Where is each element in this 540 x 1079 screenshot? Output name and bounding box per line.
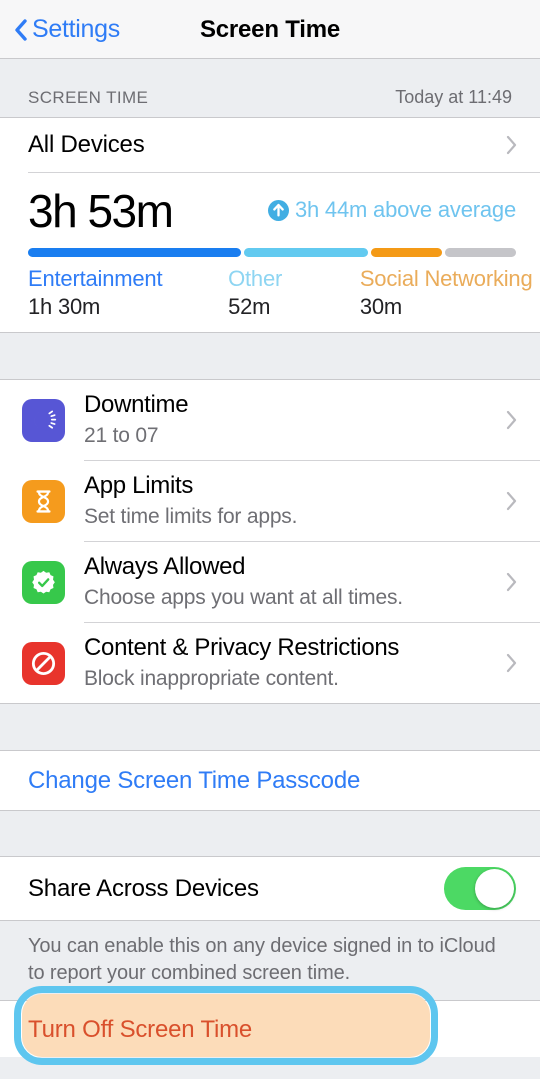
feature-row-always-allowed[interactable]: Always Allowed Choose apps you want at al… (0, 542, 540, 623)
feature-row-subtitle: Choose apps you want at all times. (84, 585, 403, 609)
feature-row-downtime[interactable]: Downtime 21 to 07 (0, 380, 540, 461)
turn-off-screen-time-row[interactable]: Turn Off Screen Time (0, 986, 540, 1066)
chart-legend-label: Entertainment (28, 266, 163, 292)
share-across-devices-row: Share Across Devices (0, 857, 540, 921)
feature-row-title: Downtime (84, 391, 189, 419)
section-gap (0, 704, 540, 751)
no-entry-icon (22, 641, 65, 685)
stacked-usage-bar (28, 248, 517, 258)
chart-legend-label: Social Networking (359, 266, 533, 292)
feature-row-texts: Downtime 21 to 07 (84, 391, 189, 449)
screen-time-chart[interactable]: 3h 53m 3h 44m above average Entertainmen… (0, 173, 540, 333)
change-passcode-row[interactable]: Change Screen Time Passcode (0, 751, 540, 811)
share-across-devices-toggle[interactable] (444, 867, 516, 911)
usage-bar-segment (28, 248, 242, 258)
usage-bar-segment (370, 248, 442, 258)
feature-row-app-limits[interactable]: App Limits Set time limits for apps. (0, 461, 540, 542)
chevron-right-icon (506, 573, 517, 592)
usage-bar-segment (244, 248, 368, 258)
change-passcode-label: Change Screen Time Passcode (28, 766, 361, 794)
feature-row-subtitle: 21 to 07 (84, 423, 159, 447)
chevron-right-icon (506, 492, 517, 511)
feature-row-texts: Content & Privacy Restrictions Block inap… (84, 634, 399, 692)
chart-summary-row: 3h 53m 3h 44m above average (28, 185, 516, 237)
chart-legend-item: Social Networking 30m (359, 266, 533, 320)
feature-row-texts: App Limits Set time limits for apps. (84, 472, 297, 530)
chart-legend-value: 30m (359, 294, 403, 320)
page-title: Screen Time (199, 15, 341, 43)
toggle-knob (475, 869, 514, 909)
chevron-right-icon (506, 411, 517, 430)
chevron-right-icon (506, 654, 517, 673)
screen-time-features-card: Downtime 21 to 07 App Limits Set time limit… (0, 379, 540, 705)
chart-legend-item: Entertainment 1h 30m (28, 266, 228, 320)
share-across-devices-label: Share Across Devices (28, 874, 259, 902)
check-badge-icon (22, 560, 65, 604)
all-devices-row[interactable]: All Devices (0, 118, 540, 172)
screen-time-group-header: SCREEN TIME Today at 11:49 (0, 59, 540, 117)
feature-row-title: Always Allowed (84, 553, 246, 581)
usage-bar-segment (444, 248, 517, 258)
section-gap (0, 811, 540, 857)
chart-legend-item: Other 52m (228, 266, 360, 320)
section-header-label: SCREEN TIME (28, 88, 149, 107)
navigation-bar: Settings Screen Time (0, 0, 540, 59)
all-devices-label: All Devices (28, 131, 145, 158)
share-across-devices-footnote: You can enable this on any device signed… (0, 921, 540, 1001)
chart-legend: Entertainment 1h 30m Other 52m Social Networ… (28, 266, 533, 332)
passcode-card: Change Screen Time Passcode (0, 750, 540, 812)
average-comparison-text: 3h 44m above average (294, 197, 516, 223)
turn-off-screen-time-card: Turn Off Screen Time (0, 986, 540, 1066)
feature-row-title: Content & Privacy Restrictions (84, 634, 400, 662)
chart-legend-value: 52m (228, 294, 271, 320)
chart-legend-value: 1h 30m (28, 294, 101, 320)
feature-row-subtitle: Set time limits for apps. (84, 504, 298, 528)
feature-row-content-privacy-restrictions[interactable]: Content & Privacy Restrictions Block inap… (0, 623, 540, 704)
average-comparison: 3h 44m above average (267, 197, 516, 225)
screen-time-summary-card: All Devices 3h 53m 3h 44m above average (0, 117, 540, 334)
section-timestamp: Today at 11:49 (395, 87, 512, 107)
arrow-up-circle-icon (267, 199, 289, 221)
total-screen-time: 3h 53m (28, 185, 174, 237)
feature-row-title: App Limits (84, 472, 194, 500)
feature-row-subtitle: Block inappropriate content. (84, 666, 339, 690)
screen-time-settings-screen: Settings Screen Time SCREEN TIME Today a… (0, 0, 540, 1079)
share-across-devices-card: Share Across Devices (0, 856, 540, 922)
downtime-moon-icon (22, 398, 65, 442)
turn-off-screen-time-label: Turn Off Screen Time (28, 1015, 253, 1043)
hourglass-icon (22, 479, 65, 523)
chart-legend-label: Other (228, 266, 283, 292)
bottom-strip (0, 1057, 540, 1079)
feature-row-texts: Always Allowed Choose apps you want at al… (84, 553, 403, 611)
chevron-right-icon (506, 135, 517, 155)
section-gap (0, 333, 540, 380)
